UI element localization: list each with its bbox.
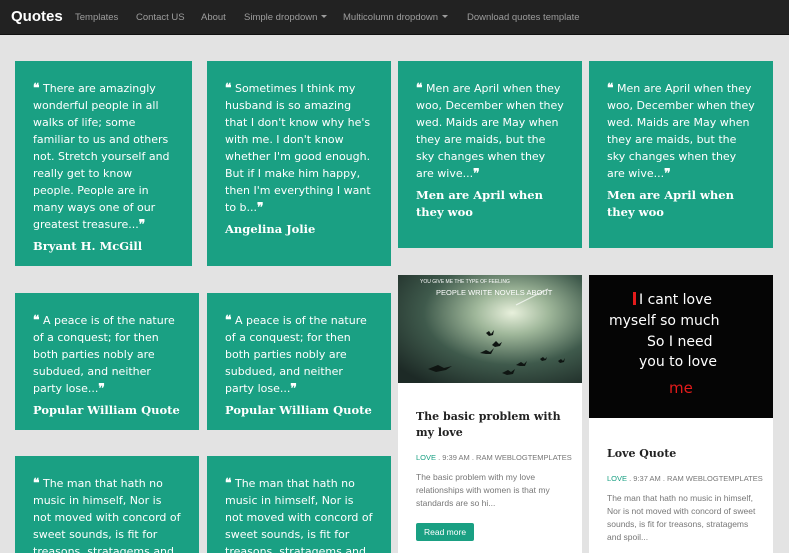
quote-body: There are amazingly wonderful people in …: [33, 82, 170, 231]
brand-logo[interactable]: Quotes: [11, 8, 63, 25]
quote-close-icon: ❞: [664, 166, 671, 180]
caret-down-icon: [442, 15, 449, 18]
quote-open-icon: ❝: [33, 476, 40, 490]
quote-author[interactable]: Popular William Quote: [225, 402, 373, 419]
quote-close-icon: ❞: [473, 166, 480, 180]
post-meta: LOVE . 9:37 AM . RAM WEBLOGTEMPLATES: [607, 474, 763, 483]
quote-text: ❝ A peace is of the nature of a conquest…: [225, 312, 373, 397]
nav-about[interactable]: About: [201, 12, 226, 23]
nav-multicolumn-dropdown-label: Multicolumn dropdown: [343, 12, 439, 23]
quote-author[interactable]: Men are April when they woo: [416, 187, 564, 221]
quote-text: ❝ Sometimes I think my husband is so ama…: [225, 80, 373, 216]
quote-body: The man that hath no music in himself, N…: [225, 477, 373, 553]
image-text-line2: myself so much: [609, 313, 720, 329]
quote-author[interactable]: Angelina Jolie: [225, 221, 373, 238]
post-title[interactable]: Love Quote: [607, 446, 759, 462]
image-caption-line2: PEOPLE WRITE NOVELS ABOUT: [436, 288, 553, 297]
quote-open-icon: ❝: [33, 81, 40, 95]
quote-open-icon: ❝: [607, 81, 614, 95]
quote-open-icon: ❝: [225, 476, 232, 490]
quote-card[interactable]: ❝ Sometimes I think my husband is so ama…: [207, 61, 391, 266]
quote-text: ❝ Men are April when they woo, December …: [416, 80, 564, 182]
post-excerpt: The basic problem with my love relations…: [416, 472, 550, 508]
quote-close-icon: ❞: [138, 217, 146, 231]
image-caption-line1: YOU GIVE ME THE TYPE OF FEELING: [420, 279, 510, 285]
post-title[interactable]: The basic problem with my love: [416, 409, 568, 441]
image-text-line1: I cant love: [639, 292, 712, 308]
quote-card[interactable]: ❝ Men are April when they woo, December …: [398, 61, 582, 248]
quote-body: Men are April when they woo, December wh…: [416, 82, 564, 180]
quote-text: ❝ The man that hath no music in himself,…: [33, 475, 181, 553]
quote-card[interactable]: ❝ There are amazingly wonderful people i…: [15, 61, 192, 266]
quote-card[interactable]: ❝ The man that hath no music in himself,…: [207, 456, 391, 553]
quote-author[interactable]: Popular William Quote: [33, 402, 181, 419]
quote-card[interactable]: ❝ A peace is of the nature of a conquest…: [207, 293, 391, 430]
quote-close-icon: ❞: [257, 200, 264, 214]
quote-body: Sometimes I think my husband is so amazi…: [225, 82, 371, 214]
quote-card[interactable]: ❝ The man that hath no music in himself,…: [15, 456, 199, 553]
post-card[interactable]: YOU GIVE ME THE TYPE OF FEELING PEOPLE W…: [398, 275, 582, 553]
quote-close-icon: ❞: [98, 381, 105, 395]
image-text-line5: me: [669, 379, 693, 397]
post-label[interactable]: LOVE: [607, 474, 627, 483]
nav-simple-dropdown[interactable]: Simple dropdown: [244, 12, 328, 23]
nav-download-template[interactable]: Download quotes template: [467, 12, 580, 23]
quote-open-icon: ❝: [225, 81, 232, 95]
quote-open-icon: ❝: [225, 313, 232, 327]
nav-templates[interactable]: Templates: [75, 12, 118, 23]
quote-open-icon: ❝: [33, 313, 40, 327]
caret-down-icon: [321, 15, 328, 18]
quote-card[interactable]: ❝ Men are April when they woo, December …: [589, 61, 773, 248]
nav-multicolumn-dropdown[interactable]: Multicolumn dropdown: [343, 12, 449, 23]
quote-body: Men are April when they woo, December wh…: [607, 82, 755, 180]
quote-card[interactable]: ❝ A peace is of the nature of a conquest…: [15, 293, 199, 430]
post-card[interactable]: I cant love myself so much So I need you…: [589, 275, 773, 553]
image-text-line4: you to love: [639, 354, 717, 370]
post-label[interactable]: LOVE: [416, 453, 436, 462]
post-meta-text: . 9:37 AM . RAM WEBLOGTEMPLATES: [627, 474, 763, 483]
quote-text: ❝ The man that hath no music in himself,…: [225, 475, 373, 553]
quote-text: ❝ A peace is of the nature of a conquest…: [33, 312, 181, 397]
quote-author[interactable]: Bryant H. McGill: [33, 238, 174, 255]
post-meta: LOVE . 9:39 AM . RAM WEBLOGTEMPLATES: [416, 453, 572, 462]
quote-body: The man that hath no music in himself, N…: [33, 477, 181, 553]
quote-text: ❝ Men are April when they woo, December …: [607, 80, 755, 182]
post-image[interactable]: YOU GIVE ME THE TYPE OF FEELING PEOPLE W…: [398, 275, 582, 383]
read-more-button[interactable]: Read more: [416, 523, 475, 541]
post-excerpt: The man that hath no music in himself, N…: [607, 493, 756, 542]
quote-author[interactable]: Men are April when they woo: [607, 187, 755, 221]
nav-simple-dropdown-label: Simple dropdown: [244, 12, 318, 23]
post-image[interactable]: I cant love myself so much So I need you…: [589, 275, 773, 418]
quote-close-icon: ❞: [290, 381, 297, 395]
post-meta-text: . 9:39 AM . RAM WEBLOGTEMPLATES: [436, 453, 572, 462]
quote-text: ❝ There are amazingly wonderful people i…: [33, 80, 174, 233]
image-text-line3: So I need: [647, 334, 712, 350]
nav-contact-us[interactable]: Contact US: [136, 12, 185, 23]
top-navbar: Quotes Templates Contact US About Simple…: [0, 0, 789, 35]
quote-open-icon: ❝: [416, 81, 423, 95]
